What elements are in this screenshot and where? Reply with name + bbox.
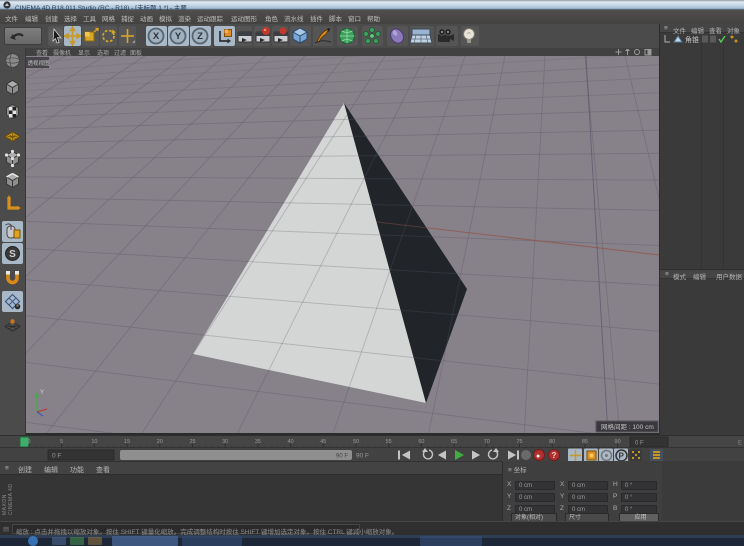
svg-text:X: X bbox=[153, 31, 160, 42]
svg-text:P: P bbox=[619, 452, 625, 461]
svg-text:0 F: 0 F bbox=[635, 441, 644, 447]
svg-text:●: ● bbox=[536, 453, 540, 460]
svg-text:E: E bbox=[738, 441, 742, 447]
svg-text:Y: Y bbox=[175, 31, 182, 42]
svg-text:35: 35 bbox=[255, 439, 261, 445]
svg-text:40: 40 bbox=[288, 439, 294, 445]
svg-text:20: 20 bbox=[157, 439, 163, 445]
svg-text:Z: Z bbox=[197, 31, 203, 42]
svg-text:25: 25 bbox=[189, 439, 195, 445]
svg-text:10: 10 bbox=[91, 439, 97, 445]
svg-text:30: 30 bbox=[222, 439, 228, 445]
svg-text:60: 60 bbox=[418, 439, 424, 445]
svg-text:90 F: 90 F bbox=[356, 453, 369, 460]
svg-text:85: 85 bbox=[582, 439, 588, 445]
svg-text:角锥: 角锥 bbox=[685, 35, 699, 44]
svg-text:网格间距 : 100 cm: 网格间距 : 100 cm bbox=[601, 422, 654, 431]
svg-text:45: 45 bbox=[320, 439, 326, 445]
svg-text:0: 0 bbox=[27, 439, 30, 445]
svg-text:Y: Y bbox=[40, 390, 44, 396]
svg-text:50: 50 bbox=[353, 439, 359, 445]
svg-text:透视视图: 透视视图 bbox=[28, 59, 51, 67]
svg-text:75: 75 bbox=[516, 439, 522, 445]
svg-text:70: 70 bbox=[484, 439, 490, 445]
svg-text:55: 55 bbox=[386, 439, 392, 445]
svg-text:5: 5 bbox=[60, 439, 63, 445]
svg-text:65: 65 bbox=[451, 439, 457, 445]
svg-text:80: 80 bbox=[549, 439, 555, 445]
svg-text:15: 15 bbox=[124, 439, 130, 445]
svg-text:S: S bbox=[9, 249, 16, 260]
svg-text:0 F: 0 F bbox=[52, 453, 61, 460]
svg-text:?: ? bbox=[552, 451, 557, 460]
svg-text:90: 90 bbox=[615, 439, 621, 445]
svg-text:90 F: 90 F bbox=[336, 454, 348, 460]
